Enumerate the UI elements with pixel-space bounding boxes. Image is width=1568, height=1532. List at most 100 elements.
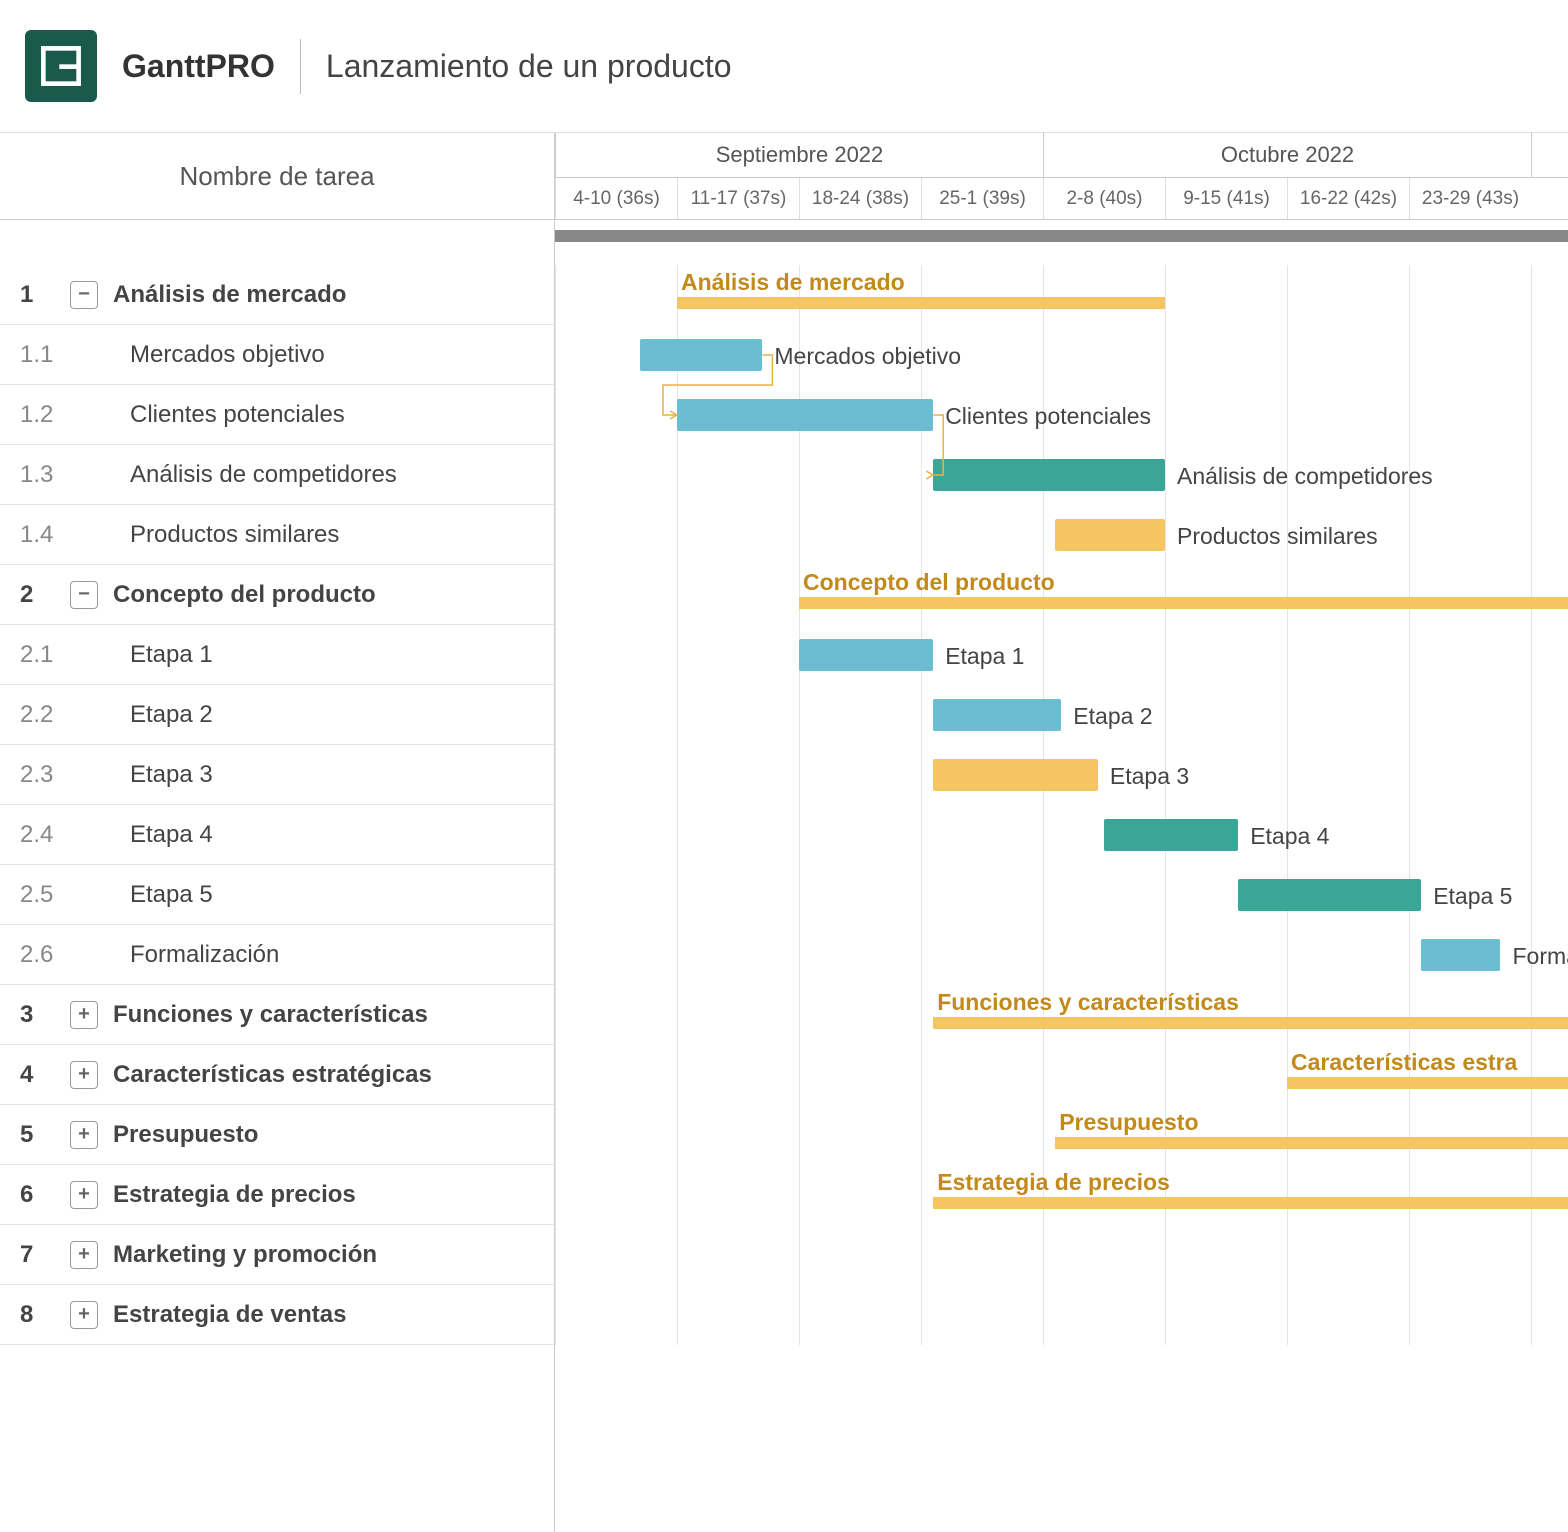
week-header: 11-17 (37s)	[677, 178, 799, 219]
task-row[interactable]: 2.6Formalización	[0, 925, 554, 985]
task-row[interactable]: 2.2 Etapa 2	[0, 685, 554, 745]
task-group-row[interactable]: 1−Análisis de mercado	[0, 265, 554, 325]
collapse-icon[interactable]: −	[70, 581, 98, 609]
task-group-row[interactable]: 4+Características estratégicas	[0, 1045, 554, 1105]
task-label: Clientes potenciales	[130, 401, 345, 429]
project-summary-bar[interactable]	[555, 230, 1568, 242]
task-label: Etapa 2	[130, 701, 213, 729]
task-number: 4	[20, 1061, 70, 1089]
task-number: 1.3	[20, 461, 70, 489]
task-group-row[interactable]: 5+ Presupuesto	[0, 1105, 554, 1165]
app-logo[interactable]	[25, 30, 97, 102]
group-bar[interactable]	[1055, 1137, 1568, 1149]
group-bar[interactable]	[677, 297, 1165, 309]
task-number: 1.2	[20, 401, 70, 429]
chart-row: Presupuesto	[555, 1105, 1568, 1165]
task-bar-label: Etapa 4	[1250, 823, 1329, 850]
task-row[interactable]: 2.1Etapa 1	[0, 625, 554, 685]
task-label: Presupuesto	[113, 1121, 258, 1149]
task-list-spacer	[0, 220, 554, 265]
task-rows: 1−Análisis de mercado 1.1 Mercados objetiv…	[0, 265, 554, 1345]
chart-row: Análisis de competidores	[555, 445, 1568, 505]
task-bar[interactable]	[799, 639, 933, 671]
timeline-summary-row	[555, 220, 1568, 265]
chart-row: Funciones y características	[555, 985, 1568, 1045]
group-bar[interactable]	[933, 1017, 1568, 1029]
task-bar-label: Etapa 1	[945, 643, 1024, 670]
task-number: 1.1	[20, 341, 70, 369]
group-bar-label: Características estra	[1291, 1049, 1517, 1076]
task-row[interactable]: 1.3Análisis de competidores	[0, 445, 554, 505]
ganttpro-logo-icon	[40, 45, 82, 87]
task-row[interactable]: 2.3Etapa 3	[0, 745, 554, 805]
expand-icon[interactable]: +	[70, 1301, 98, 1329]
task-label: Estrategia de precios	[113, 1181, 356, 1209]
task-row[interactable]: 1.1 Mercados objetivo	[0, 325, 554, 385]
expand-icon[interactable]: +	[70, 1181, 98, 1209]
timeline-months-row: Septiembre 2022Octubre 2022	[555, 133, 1568, 178]
chart-row: Características estra	[555, 1045, 1568, 1105]
task-bar[interactable]	[1055, 519, 1165, 551]
task-bar-label: Clientes potenciales	[945, 403, 1151, 430]
task-label: Formalización	[130, 941, 279, 969]
task-bar-label: Análisis de competidores	[1177, 463, 1433, 490]
chart-row: Mercados objetivo	[555, 325, 1568, 385]
task-bar[interactable]	[1421, 939, 1500, 971]
expand-icon[interactable]: +	[70, 1121, 98, 1149]
chart-row: Estrategia de precios	[555, 1165, 1568, 1225]
expand-icon[interactable]: +	[70, 1241, 98, 1269]
month-header	[1531, 133, 1568, 177]
expand-icon[interactable]: +	[70, 1061, 98, 1089]
task-row[interactable]: 1.2 Clientes potenciales	[0, 385, 554, 445]
task-bar[interactable]	[640, 339, 762, 371]
week-header: 18-24 (38s)	[799, 178, 921, 219]
week-header: 9-15 (41s)	[1165, 178, 1287, 219]
task-number: 1.4	[20, 521, 70, 549]
task-bar-label: Formalización	[1513, 943, 1568, 970]
task-row[interactable]: 2.5Etapa 5	[0, 865, 554, 925]
task-row[interactable]: 2.4Etapa 4	[0, 805, 554, 865]
task-number: 5	[20, 1121, 70, 1149]
task-number: 2.2	[20, 701, 70, 729]
task-bar[interactable]	[1238, 879, 1421, 911]
task-group-row[interactable]: 6+Estrategia de precios	[0, 1165, 554, 1225]
task-group-row[interactable]: 3+Funciones y características	[0, 985, 554, 1045]
task-row[interactable]: 1.4 Productos similares	[0, 505, 554, 565]
task-number: 7	[20, 1241, 70, 1269]
task-label: Productos similares	[130, 521, 339, 549]
task-column-header-label: Nombre de tarea	[179, 161, 374, 192]
group-bar[interactable]	[799, 597, 1568, 609]
task-label: Funciones y características	[113, 1001, 428, 1029]
task-bar[interactable]	[677, 399, 933, 431]
gantt-chart-area[interactable]: Análisis de mercado Mercados objetivo Clie…	[555, 265, 1568, 1345]
chart-row: Etapa 3	[555, 745, 1568, 805]
group-bar-label: Análisis de mercado	[681, 269, 905, 296]
task-bar[interactable]	[933, 699, 1061, 731]
collapse-icon[interactable]: −	[70, 281, 98, 309]
chart-row: Etapa 4	[555, 805, 1568, 865]
week-header: 4-10 (36s)	[555, 178, 677, 219]
chart-row: Concepto del producto	[555, 565, 1568, 625]
task-bar[interactable]	[933, 759, 1098, 791]
week-header: 23-29 (43s)	[1409, 178, 1531, 219]
task-group-row[interactable]: 8+Estrategia de ventas	[0, 1285, 554, 1345]
group-bar[interactable]	[1287, 1077, 1568, 1089]
expand-icon[interactable]: +	[70, 1001, 98, 1029]
group-bar-label: Presupuesto	[1059, 1109, 1198, 1136]
timeline-panel[interactable]: Septiembre 2022Octubre 2022 4-10 (36s)11…	[555, 133, 1568, 1532]
task-number: 2.5	[20, 881, 70, 909]
main-grid: Nombre de tarea 1−Análisis de mercado1.1…	[0, 133, 1568, 1532]
group-bar-label: Funciones y características	[937, 989, 1239, 1016]
task-bar[interactable]	[933, 459, 1165, 491]
task-label: Mercados objetivo	[130, 341, 325, 369]
task-bar-label: Etapa 2	[1073, 703, 1152, 730]
task-group-row[interactable]: 2−Concepto del producto	[0, 565, 554, 625]
task-bar-label: Etapa 5	[1433, 883, 1512, 910]
task-group-row[interactable]: 7+Marketing y promoción	[0, 1225, 554, 1285]
group-bar[interactable]	[933, 1197, 1568, 1209]
project-title[interactable]: Lanzamiento de un producto	[326, 48, 732, 85]
week-header: 2-8 (40s)	[1043, 178, 1165, 219]
task-bar[interactable]	[1104, 819, 1238, 851]
task-label: Análisis de mercado	[113, 281, 346, 309]
chart-row: Etapa 1	[555, 625, 1568, 685]
